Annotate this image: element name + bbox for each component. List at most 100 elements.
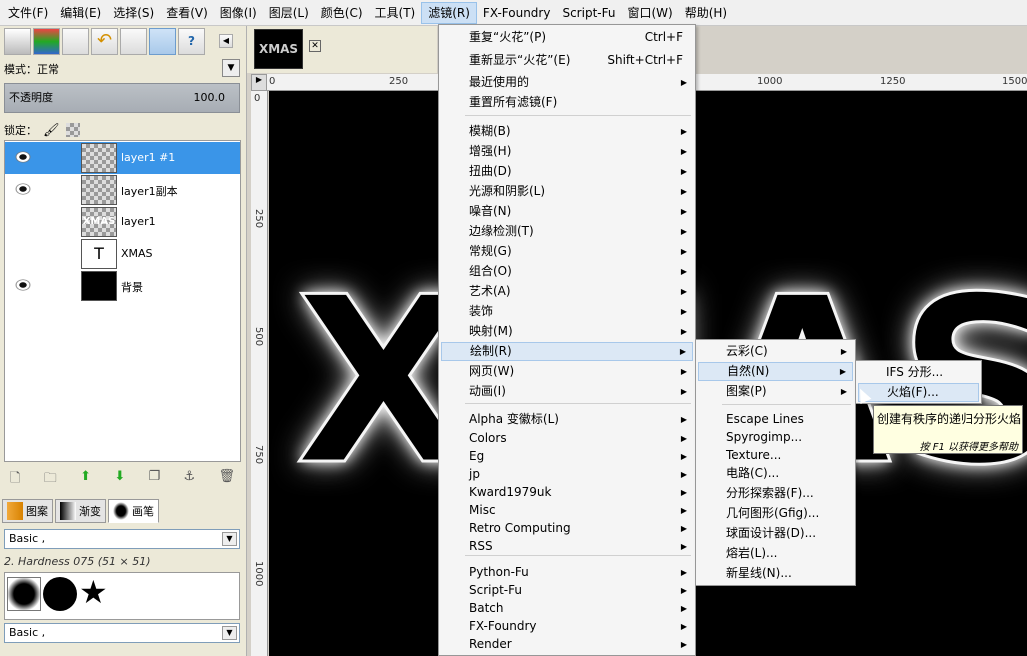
menu-select[interactable]: 选择(S) — [107, 2, 160, 24]
close-icon[interactable]: ✕ — [309, 40, 321, 52]
menu-item[interactable]: 几何图形(Gfig)... — [698, 504, 853, 523]
menu-item[interactable]: 增强(H) ▶ — [441, 142, 693, 161]
brush-star[interactable]: ★ — [79, 573, 108, 611]
menu-item[interactable]: 最近使用的 ▶ — [441, 73, 693, 92]
menu-item[interactable]: Python-Fu ▶ — [441, 563, 693, 582]
menu-item[interactable]: 装饰 ▶ — [441, 302, 693, 321]
menu-fx-foundry[interactable]: FX-Foundry — [477, 2, 557, 24]
layer-thumbnail[interactable] — [81, 175, 117, 205]
menu-item[interactable]: IFS 分形... — [858, 363, 979, 382]
menu-item[interactable]: Script-Fu ▶ — [441, 581, 693, 600]
menu-layer[interactable]: 图层(L) — [263, 2, 315, 24]
tool-options-tab-icon[interactable] — [120, 27, 147, 55]
menu-item[interactable]: 扭曲(D) ▶ — [441, 162, 693, 181]
menu-item[interactable]: 新星线(N)... — [698, 564, 853, 583]
menu-item[interactable]: 光源和阴影(L) ▶ — [441, 182, 693, 201]
menu-item[interactable]: 自然(N) ▶ — [698, 362, 853, 381]
menu-item[interactable]: FX-Foundry ▶ — [441, 617, 693, 636]
image-tab-thumbnail[interactable]: XMAS — [254, 29, 303, 69]
menu-file[interactable]: 文件(F) — [2, 2, 54, 24]
menu-view[interactable]: 查看(V) — [160, 2, 214, 24]
menu-item[interactable]: 绘制(R) ▶ — [441, 342, 693, 361]
menu-item[interactable]: 分形探索器(F)... — [698, 484, 853, 503]
menu-script-fu[interactable]: Script-Fu — [556, 2, 621, 24]
menu-item[interactable]: 球面设计器(D)... — [698, 524, 853, 543]
tab-gradients[interactable]: 渐变 — [55, 499, 106, 523]
menu-item[interactable]: RSS ▶ — [441, 537, 693, 556]
new-group-icon[interactable]: 🗀 — [44, 469, 57, 491]
menu-item[interactable]: 电路(C)... — [698, 464, 853, 483]
menu-help[interactable]: 帮助(H) — [679, 2, 733, 24]
lower-layer-icon[interactable]: ⬇ — [114, 469, 125, 491]
opacity-slider[interactable]: 不透明度 100.0 — [4, 83, 240, 113]
menu-windows[interactable]: 窗口(W) — [621, 2, 678, 24]
duplicate-layer-icon[interactable]: ❐ — [149, 469, 161, 491]
brush-tag-combo-2[interactable]: Basic , ▼ — [4, 623, 240, 643]
menu-item[interactable]: 艺术(A) ▶ — [441, 282, 693, 301]
menu-item[interactable]: Escape Lines — [698, 410, 853, 429]
anchor-layer-icon[interactable]: ⚓ — [184, 469, 196, 491]
menu-item[interactable]: Kward1979uk ▶ — [441, 483, 693, 502]
menu-item[interactable]: 云彩(C) ▶ — [698, 342, 853, 361]
layer-row[interactable]: layer1副本 — [5, 174, 240, 206]
text-layer-icon[interactable]: T — [81, 239, 117, 269]
menu-item[interactable]: Misc ▶ — [441, 501, 693, 520]
delete-layer-icon[interactable]: 🗑 — [218, 469, 235, 491]
mode-dropdown-button[interactable]: ▼ — [222, 59, 240, 77]
menu-item[interactable]: 常规(G) ▶ — [441, 242, 693, 261]
layers-tab-icon[interactable] — [4, 27, 31, 55]
menu-item[interactable]: Eg ▶ — [441, 447, 693, 466]
menu-item[interactable]: 边缘检测(T) ▶ — [441, 222, 693, 241]
menu-item[interactable]: 熔岩(L)... — [698, 544, 853, 563]
ruler-corner-icon[interactable]: ▶ — [251, 74, 267, 91]
menu-item[interactable]: 噪音(N) ▶ — [441, 202, 693, 221]
layer-thumbnail[interactable]: XMAS — [81, 207, 117, 237]
menu-item[interactable]: Alpha 变徽标(L) ▶ — [441, 410, 693, 429]
brush-tag-combo[interactable]: Basic , ▼ — [4, 529, 240, 549]
lock-alpha-icon[interactable] — [65, 123, 80, 137]
eye-icon[interactable] — [15, 215, 31, 227]
menu-image[interactable]: 图像(I) — [214, 2, 263, 24]
histogram-tab-icon[interactable] — [149, 27, 176, 55]
menu-item[interactable]: Spyrogimp... — [698, 428, 853, 447]
menu-item[interactable]: 映射(M) ▶ — [441, 322, 693, 341]
eye-icon[interactable] — [15, 279, 31, 291]
menu-item[interactable]: 重新显示“火花”(E) Shift+Ctrl+F — [441, 51, 693, 70]
vertical-ruler[interactable]: 0 250 500 750 1000 — [251, 91, 268, 656]
menu-item[interactable]: 重复“火花”(P) Ctrl+F — [441, 28, 693, 47]
menu-item[interactable]: 网页(W) ▶ — [441, 362, 693, 381]
eye-icon[interactable] — [15, 247, 31, 259]
menu-item[interactable]: 组合(O) ▶ — [441, 262, 693, 281]
layer-row[interactable]: 背景 — [5, 270, 240, 302]
new-layer-icon[interactable]: 🗋 — [10, 469, 20, 491]
eye-icon[interactable] — [15, 183, 31, 195]
brush-hardness-100[interactable] — [43, 577, 77, 611]
menu-item[interactable]: 重置所有滤镜(F) — [441, 93, 693, 112]
layer-row[interactable]: XMAS layer1 — [5, 206, 240, 238]
menu-item[interactable]: jp ▶ — [441, 465, 693, 484]
menu-item[interactable]: 动画(I) ▶ — [441, 382, 693, 401]
layer-row[interactable]: T XMAS — [5, 238, 240, 270]
raise-layer-icon[interactable]: ⬆ — [80, 469, 91, 491]
undo-tab-icon[interactable]: ↶ — [91, 27, 118, 55]
menu-item[interactable]: 火焰(F)... — [858, 383, 979, 402]
paths-tab-icon[interactable] — [62, 27, 89, 55]
layer-row[interactable]: layer1 #1 — [5, 142, 240, 174]
menu-item[interactable]: 图案(P) ▶ — [698, 382, 853, 401]
menu-item[interactable]: Retro Computing ▶ — [441, 519, 693, 538]
dock-menu-icon[interactable]: ◀ — [219, 34, 233, 48]
layer-thumbnail[interactable] — [81, 271, 117, 301]
tab-patterns[interactable]: 图案 — [2, 499, 53, 523]
menu-edit[interactable]: 编辑(E) — [54, 2, 107, 24]
menu-item[interactable]: Render ▶ — [441, 635, 693, 654]
channels-tab-icon[interactable] — [33, 27, 60, 55]
menu-item[interactable]: Colors ▶ — [441, 429, 693, 448]
lock-pixels-icon[interactable]: 🖌 — [43, 123, 60, 138]
layer-thumbnail[interactable] — [81, 143, 117, 173]
help-tab-icon[interactable]: ? — [178, 27, 205, 55]
menu-item[interactable]: 模糊(B) ▶ — [441, 122, 693, 141]
menu-item[interactable]: Batch ▶ — [441, 599, 693, 618]
menu-tools[interactable]: 工具(T) — [369, 2, 422, 24]
eye-icon[interactable] — [15, 151, 31, 163]
menu-colors[interactable]: 颜色(C) — [315, 2, 369, 24]
